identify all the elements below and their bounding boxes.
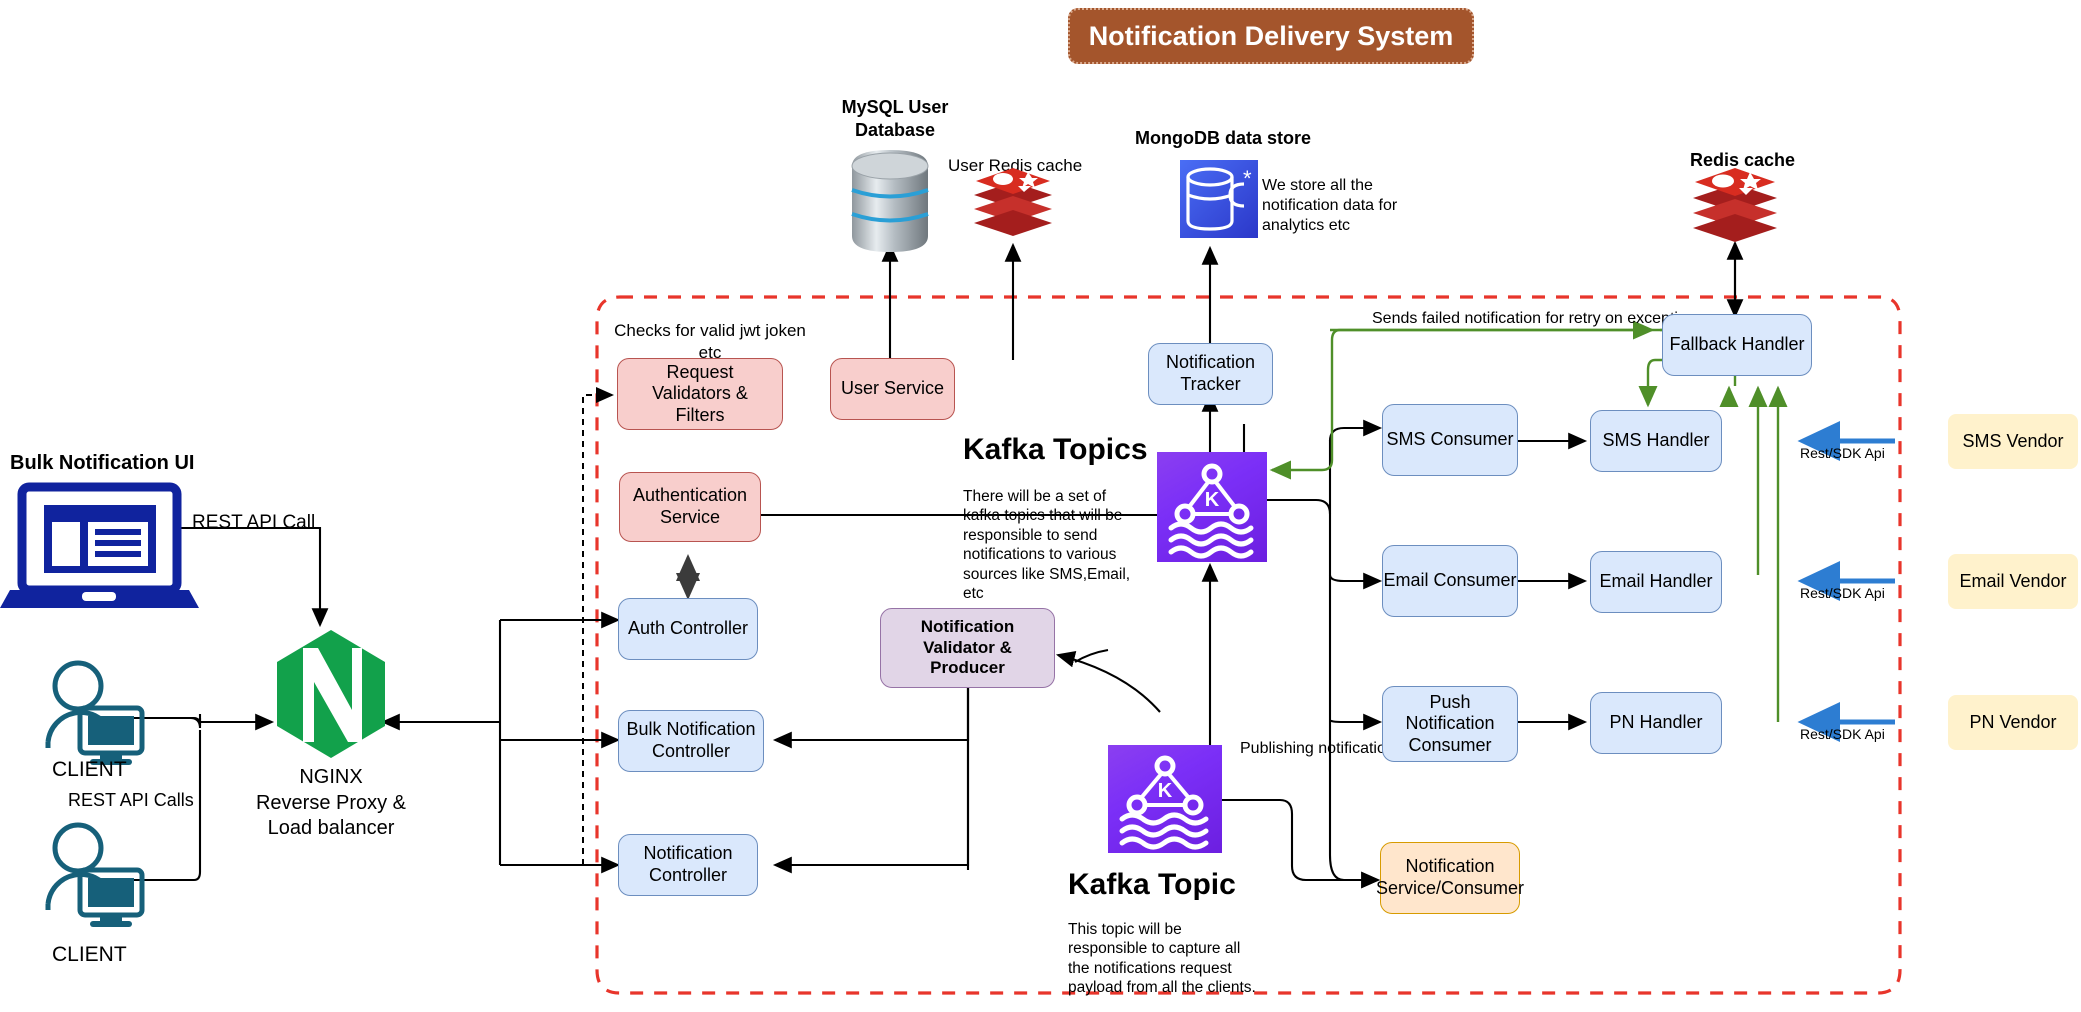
bulk-ui-label-text: Bulk Notification UI bbox=[10, 452, 195, 474]
rest-api-call-label: REST API Call bbox=[192, 512, 315, 534]
pn-vendor-node[interactable]: PN Vendor bbox=[1948, 695, 2078, 750]
email-consumer-label: Email Consumer bbox=[1383, 570, 1517, 591]
client-bottom-text: CLIENT bbox=[52, 943, 127, 966]
jwt-note-line1: Checks for valid jwt joken bbox=[614, 321, 806, 340]
notification-service-consumer-node[interactable]: Notification Service/Consumer bbox=[1376, 842, 1524, 914]
retry-label-text: Sends failed notification for retry on e… bbox=[1372, 310, 1696, 327]
user-service-node[interactable]: User Service bbox=[830, 358, 955, 420]
pn-handler-node[interactable]: PN Handler bbox=[1590, 692, 1722, 754]
retry-label: Sends failed notification for retry on e… bbox=[1372, 310, 1696, 328]
user-redis-cache-text: User Redis cache bbox=[948, 156, 1083, 175]
kafka-topic-description-text: This topic will be responsible to captur… bbox=[1068, 921, 1256, 997]
bulk-notification-controller-label: Bulk Notification Controller bbox=[626, 719, 756, 761]
email-api-label-text: Rest/SDK Api bbox=[1800, 585, 1885, 601]
kafka-topics-icon: K bbox=[1157, 452, 1267, 562]
rest-api-call-text: REST API Call bbox=[192, 512, 316, 533]
publishing-notification-label: Publishing notification bbox=[1240, 740, 1395, 758]
mongodb-note: We store all the notification data for a… bbox=[1262, 176, 1412, 236]
email-vendor-node[interactable]: Email Vendor bbox=[1948, 554, 2078, 609]
notification-service-consumer-label: Notification Service/Consumer bbox=[1375, 856, 1525, 898]
page-title-text: Notification Delivery System bbox=[1088, 20, 1454, 51]
notification-controller-label: Notification Controller bbox=[643, 843, 733, 885]
nginx-sub2-text: Load balancer bbox=[267, 817, 395, 840]
authentication-service-node[interactable]: Authentication Service bbox=[619, 472, 761, 542]
page-title: Notification Delivery System bbox=[1068, 8, 1474, 64]
kafka-topics-description: There will be a set of kafka topics that… bbox=[963, 487, 1143, 603]
kafka-topics-title: Kafka Topics bbox=[963, 433, 1148, 467]
kafka-topic-description: This topic will be responsible to captur… bbox=[1068, 920, 1263, 998]
email-handler-label: Email Handler bbox=[1599, 571, 1713, 592]
nginx-name-text: NGINX bbox=[299, 766, 363, 788]
email-api-label: Rest/SDK Api bbox=[1800, 585, 1885, 601]
email-consumer-node[interactable]: Email Consumer bbox=[1382, 545, 1518, 617]
svg-text:K: K bbox=[1158, 780, 1173, 802]
authentication-service-label: Authentication Service bbox=[632, 485, 748, 527]
redis-cache-label: Redis cache bbox=[1690, 150, 1795, 171]
auth-controller-node[interactable]: Auth Controller bbox=[618, 598, 758, 660]
svg-text:*: * bbox=[1243, 166, 1252, 191]
push-notification-consumer-node[interactable]: Push Notification Consumer bbox=[1382, 686, 1518, 762]
bulk-notification-controller-node[interactable]: Bulk Notification Controller bbox=[618, 710, 764, 772]
sms-consumer-label: SMS Consumer bbox=[1386, 429, 1514, 450]
email-handler-node[interactable]: Email Handler bbox=[1590, 551, 1722, 613]
mongodb-note-text: We store all the notification data for a… bbox=[1262, 177, 1398, 234]
push-notification-consumer-label: Push Notification Consumer bbox=[1405, 691, 1495, 755]
sms-vendor-label: SMS Vendor bbox=[1962, 430, 2064, 451]
sms-handler-label: SMS Handler bbox=[1602, 430, 1710, 451]
sms-handler-node[interactable]: SMS Handler bbox=[1590, 410, 1722, 472]
notification-tracker-label: Notification Tracker bbox=[1165, 352, 1256, 394]
sms-consumer-node[interactable]: SMS Consumer bbox=[1382, 404, 1518, 476]
kafka-topic-title: Kafka Topic bbox=[1068, 868, 1236, 902]
kafka-topics-description-text: There will be a set of kafka topics that… bbox=[963, 488, 1131, 602]
nginx-label: NGINX Reverse Proxy & Load balancer bbox=[231, 765, 431, 842]
pn-handler-label: PN Handler bbox=[1609, 712, 1703, 733]
notification-tracker-node[interactable]: Notification Tracker bbox=[1148, 343, 1273, 405]
rest-api-calls-label: REST API Calls bbox=[68, 790, 194, 811]
sms-api-label-text: Rest/SDK Api bbox=[1800, 445, 1885, 461]
fallback-handler-label: Fallback Handler bbox=[1669, 334, 1805, 355]
notification-controller-node[interactable]: Notification Controller bbox=[618, 834, 758, 896]
pn-api-label-text: Rest/SDK Api bbox=[1800, 726, 1885, 742]
kafka-topic-title-text: Kafka Topic bbox=[1068, 868, 1236, 901]
fallback-handler-node[interactable]: Fallback Handler bbox=[1662, 314, 1812, 376]
sms-vendor-node[interactable]: SMS Vendor bbox=[1948, 414, 2078, 469]
mysql-label-line2: Database bbox=[854, 119, 936, 140]
rest-api-calls-text: REST API Calls bbox=[68, 790, 194, 810]
diagram-canvas: Notification Delivery System Bulk Notifi… bbox=[0, 0, 2081, 1012]
nginx-sub1-text: Reverse Proxy & bbox=[255, 791, 407, 814]
user-service-label: User Service bbox=[840, 378, 945, 399]
sms-api-label: Rest/SDK Api bbox=[1800, 445, 1885, 461]
client-top-text: CLIENT bbox=[52, 758, 127, 781]
mongodb-label: MongoDB data store bbox=[1135, 128, 1311, 149]
pn-vendor-label: PN Vendor bbox=[1969, 711, 2057, 732]
publishing-notification-text: Publishing notification bbox=[1240, 740, 1395, 757]
mysql-label-line1: MySQL User bbox=[841, 97, 949, 117]
bulk-notification-ui-label: Bulk Notification UI bbox=[10, 452, 194, 475]
request-validators-filters-label: Request Validators & Filters bbox=[652, 361, 748, 425]
notification-validator-producer-node[interactable]: Notification Validator & Producer bbox=[880, 608, 1055, 688]
client-bottom-label: CLIENT bbox=[52, 943, 127, 967]
kafka-topic-icon: K bbox=[1108, 745, 1222, 853]
request-validators-filters-node[interactable]: Request Validators & Filters bbox=[617, 358, 783, 430]
pn-api-label: Rest/SDK Api bbox=[1800, 726, 1885, 742]
auth-controller-label: Auth Controller bbox=[627, 618, 749, 639]
mysql-label: MySQL User Database bbox=[820, 96, 970, 141]
notification-validator-producer-label: Notification Validator & Producer bbox=[920, 617, 1015, 678]
user-redis-cache-label: User Redis cache bbox=[948, 156, 1082, 176]
client-top-label: CLIENT bbox=[52, 758, 127, 782]
email-vendor-label: Email Vendor bbox=[1959, 570, 2067, 591]
mongodb-label-text: MongoDB data store bbox=[1135, 128, 1312, 148]
redis-cache-text: Redis cache bbox=[1690, 150, 1796, 170]
svg-text:K: K bbox=[1205, 489, 1220, 511]
kafka-topics-title-text: Kafka Topics bbox=[963, 433, 1148, 466]
